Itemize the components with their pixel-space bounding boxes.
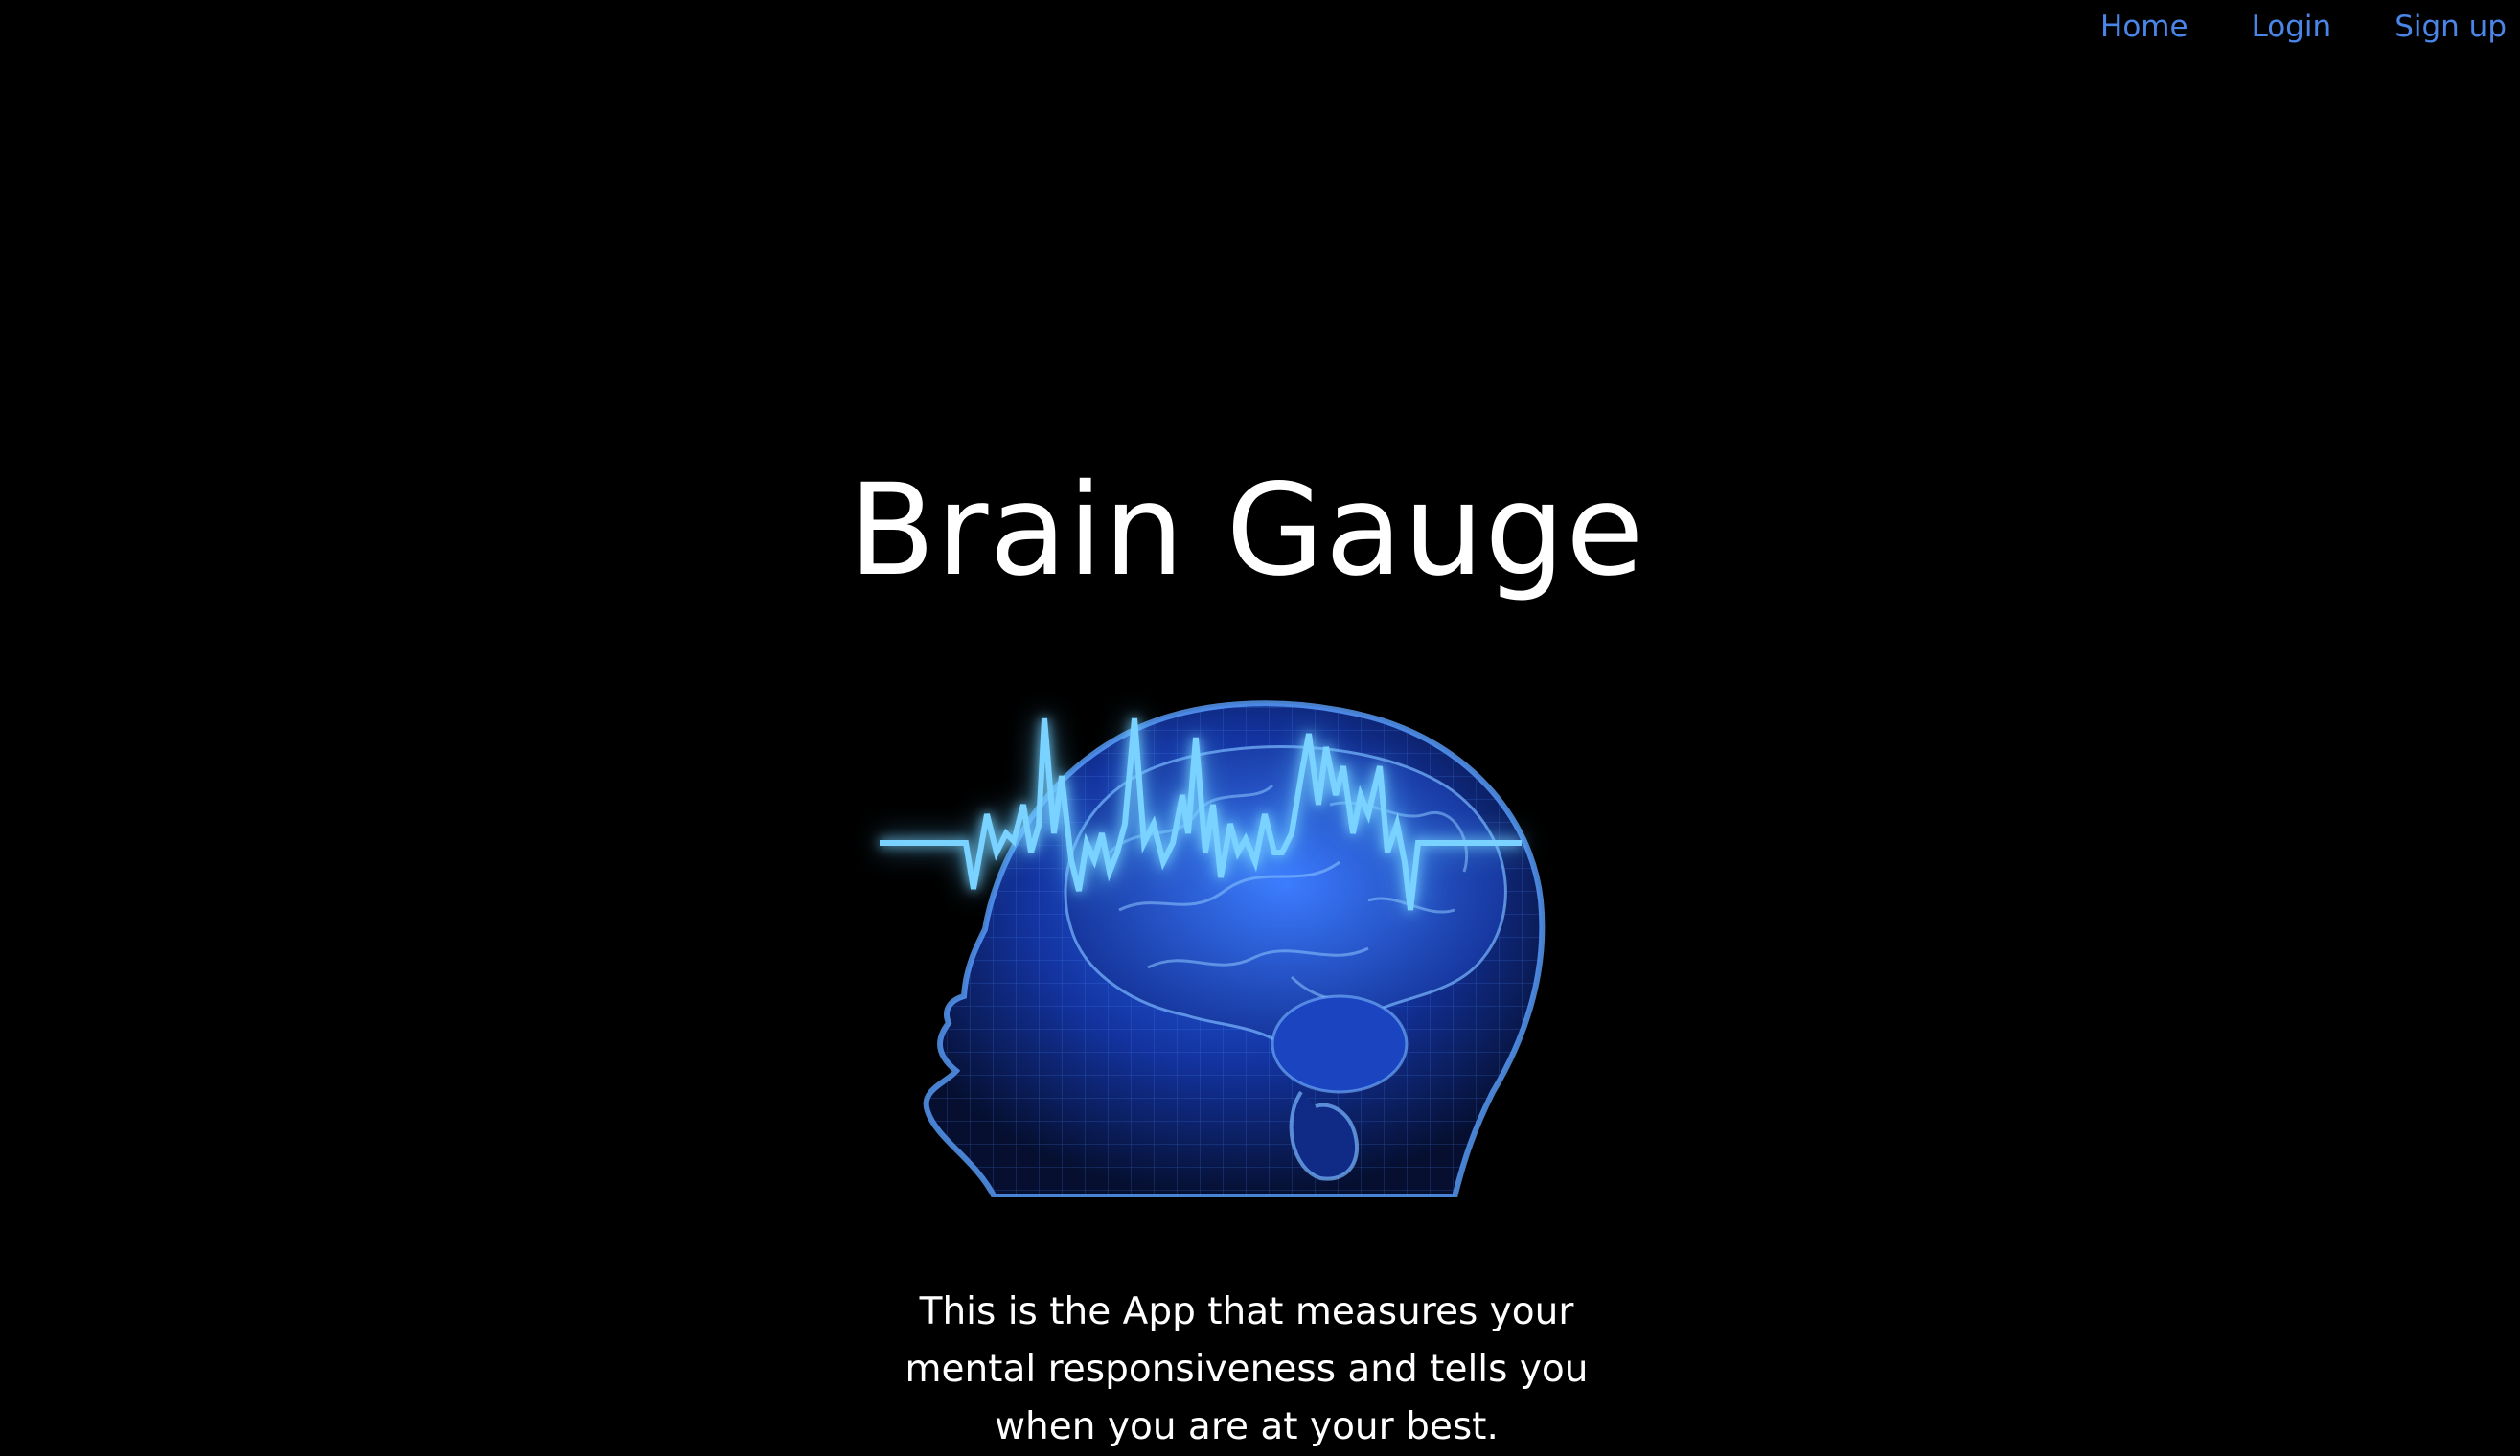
tagline: This is the App that measures your menta… [0, 1284, 2493, 1456]
tagline-line: This is the App that measures your [919, 1290, 1574, 1333]
tagline-line: mental responsiveness and tells you [905, 1348, 1589, 1391]
tagline-line: when you are at your best. [995, 1405, 1499, 1448]
nav-signup-link[interactable]: Sign up [2394, 10, 2507, 44]
page-title: Brain Gauge [848, 457, 1645, 604]
nav-login-link[interactable]: Login [2252, 10, 2332, 44]
brain-wave-head-icon [832, 661, 1661, 1197]
nav-home-link[interactable]: Home [2100, 10, 2188, 44]
top-nav: Home Login Sign up [2100, 0, 2507, 54]
